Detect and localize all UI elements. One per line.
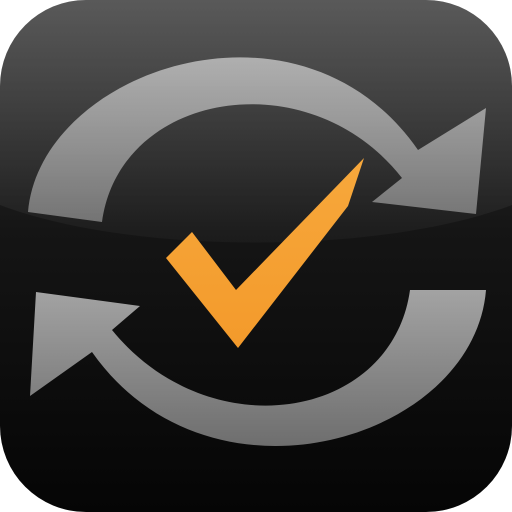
gloss-highlight xyxy=(0,0,512,243)
app-icon xyxy=(0,0,512,512)
app-icon-graphic xyxy=(0,0,512,512)
